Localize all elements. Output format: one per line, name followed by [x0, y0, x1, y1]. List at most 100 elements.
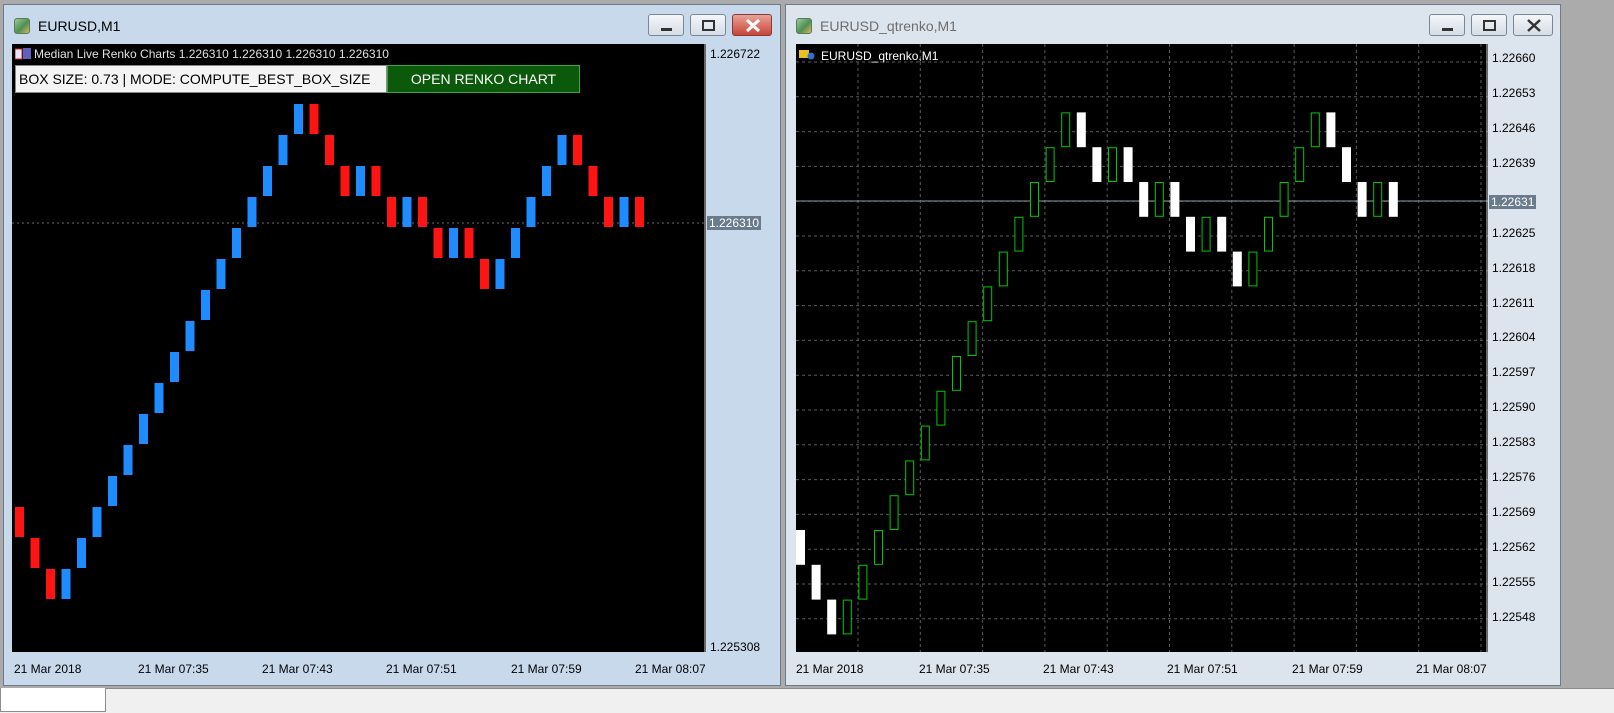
- renko-brick-up: [905, 460, 915, 496]
- renko-brick-down: [433, 228, 443, 258]
- left-chart-window[interactable]: EURUSD,M1 Median Live Renko Charts 1.226…: [3, 4, 781, 686]
- minimize-button[interactable]: [1429, 14, 1465, 36]
- close-button[interactable]: [1513, 14, 1553, 36]
- renko-brick-up: [449, 228, 458, 258]
- renko-brick-down: [573, 135, 582, 165]
- renko-brick-up: [108, 476, 117, 506]
- renko-brick-up: [201, 290, 210, 320]
- renko-brick-up: [1061, 112, 1071, 148]
- renko-brick-up: [542, 166, 551, 196]
- minimize-icon: [1442, 28, 1453, 31]
- time-label: 21 Mar 07:59: [511, 662, 582, 676]
- price-axis-label: 1.22569: [1492, 505, 1536, 519]
- right-renko-chart[interactable]: EURUSD_qtrenko,M1: [796, 44, 1488, 652]
- renko-brick-up: [294, 104, 303, 134]
- renko-brick-down: [1170, 182, 1180, 217]
- renko-brick-down: [15, 507, 24, 537]
- renko-brick-up: [402, 197, 412, 227]
- price-axis-label: 1.22646: [1492, 121, 1536, 135]
- right-window-title: EURUSD_qtrenko,M1: [820, 18, 957, 34]
- time-label: 21 Mar 2018: [796, 662, 864, 676]
- renko-brick-up: [1264, 216, 1273, 252]
- renko-brick-down: [1342, 147, 1351, 182]
- renko-brick-down: [480, 259, 489, 289]
- minimize-button[interactable]: [648, 14, 684, 36]
- renko-brick-down: [1076, 112, 1086, 148]
- renko-brick-down: [464, 228, 474, 258]
- time-label: 21 Mar 08:07: [635, 662, 706, 676]
- renko-brick-up: [936, 390, 946, 426]
- renko-brick-up: [216, 259, 226, 289]
- renko-brick-down: [371, 166, 381, 196]
- renko-brick-down: [309, 104, 319, 134]
- time-label: 21 Mar 07:51: [1167, 662, 1238, 676]
- price-axis-label: 1.22611: [1492, 296, 1535, 310]
- price-axis-label: 1.22618: [1492, 261, 1536, 275]
- renko-brick-up: [1045, 147, 1055, 182]
- left-renko-chart[interactable]: Median Live Renko Charts 1.226310 1.2263…: [12, 44, 706, 652]
- maximize-button[interactable]: [690, 14, 726, 36]
- renko-brick-up: [557, 135, 567, 165]
- maximize-button[interactable]: [1471, 14, 1507, 36]
- time-label: 21 Mar 07:35: [138, 662, 209, 676]
- maximize-icon: [1483, 20, 1496, 31]
- renko-brick-down: [827, 599, 837, 635]
- price-axis-label: 1.22625: [1492, 226, 1536, 240]
- chart-overlay-title: EURUSD_qtrenko,M1: [821, 49, 939, 63]
- renko-brick-up: [920, 425, 930, 461]
- expert-advisor-icon: [799, 50, 815, 60]
- bottom-tab-bar: [0, 688, 1614, 713]
- renko-brick-up: [1201, 216, 1211, 252]
- price-axis-label: 1.22639: [1492, 156, 1536, 170]
- renko-brick-up: [92, 507, 102, 537]
- price-axis-label: 1.22653: [1492, 86, 1536, 100]
- price-axis-label: 1.22660: [1492, 51, 1536, 65]
- price-axis-label: 1.22597: [1492, 365, 1536, 379]
- right-window-titlebar[interactable]: EURUSD_qtrenko,M1: [786, 5, 1560, 43]
- renko-brick-up: [170, 352, 179, 382]
- renko-brick-up: [1279, 182, 1289, 217]
- renko-brick-down: [1232, 251, 1242, 287]
- close-button[interactable]: [732, 14, 772, 36]
- renko-brick-down: [635, 197, 644, 227]
- renko-brick-up: [889, 495, 899, 531]
- renko-brick-up: [1248, 251, 1258, 287]
- renko-brick-down: [1186, 216, 1195, 252]
- right-chart-window[interactable]: EURUSD_qtrenko,M1 EURUSD_qtrenko,M1 1.22…: [785, 4, 1561, 686]
- chart-tab[interactable]: [0, 688, 106, 712]
- renko-brick-down: [46, 569, 55, 599]
- indicator-title: Median Live Renko Charts 1.226310 1.2263…: [34, 47, 389, 61]
- renko-brick-up: [278, 135, 288, 165]
- renko-brick-up: [1108, 147, 1117, 182]
- open-renko-chart-button[interactable]: OPEN RENKO CHART: [387, 65, 580, 93]
- renko-brick-down: [1357, 182, 1367, 217]
- renko-brick-down: [1388, 182, 1398, 217]
- time-label: 21 Mar 2018: [14, 662, 82, 676]
- box-size-info: BOX SIZE: 0.73 | MODE: COMPUTE_BEST_BOX_…: [15, 65, 387, 93]
- renko-brick-up: [874, 530, 883, 565]
- left-window-titlebar[interactable]: EURUSD,M1: [4, 5, 780, 43]
- renko-brick-up: [1154, 182, 1164, 217]
- renko-brick-up: [1014, 216, 1024, 252]
- renko-brick-up: [1310, 112, 1320, 148]
- time-label: 21 Mar 07:43: [1043, 662, 1114, 676]
- indicator-icon: [15, 48, 31, 60]
- renko-brick-up: [842, 599, 852, 635]
- price-axis-label: 1.22583: [1492, 435, 1536, 449]
- price-axis-label: 1.22590: [1492, 400, 1536, 414]
- price-axis-top: 1.226722: [710, 47, 761, 61]
- minimize-icon: [661, 28, 672, 31]
- maximize-icon: [702, 20, 715, 31]
- renko-brick-up: [154, 383, 164, 413]
- price-axis-label: 1.22576: [1492, 470, 1536, 484]
- renko-brick-up: [61, 569, 71, 599]
- time-label: 21 Mar 07:35: [919, 662, 990, 676]
- time-label: 21 Mar 07:43: [262, 662, 333, 676]
- chart-window-icon: [796, 18, 812, 34]
- left-window-title: EURUSD,M1: [38, 18, 121, 34]
- time-label: 21 Mar 07:51: [386, 662, 457, 676]
- renko-brick-up: [77, 538, 86, 568]
- renko-brick-up: [1373, 182, 1383, 217]
- renko-brick-up: [232, 228, 241, 258]
- renko-brick-down: [30, 538, 40, 568]
